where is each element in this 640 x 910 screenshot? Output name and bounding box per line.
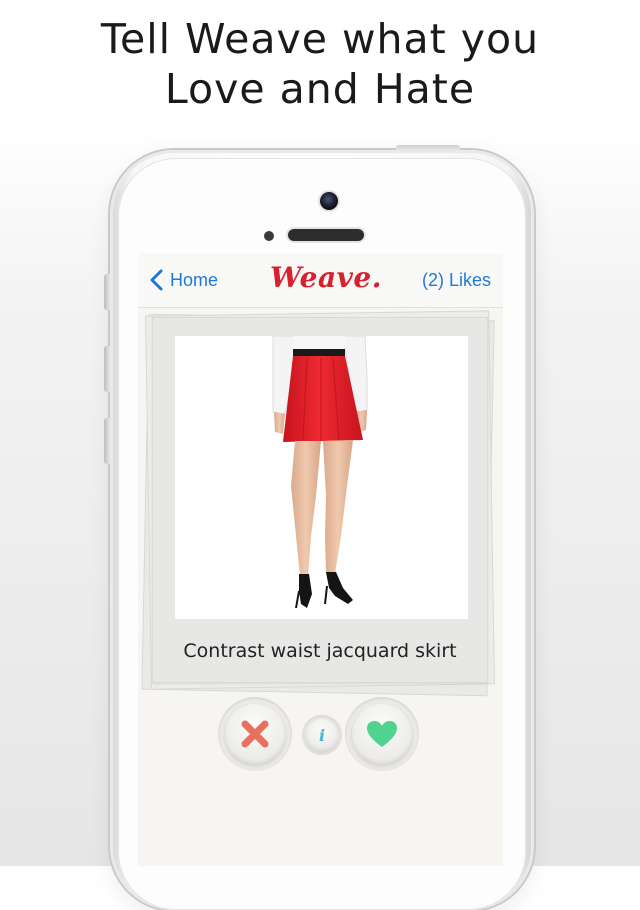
home-back-button[interactable]: Home: [148, 267, 218, 293]
headline: Tell Weave what you Love and Hate: [0, 14, 640, 114]
proximity-sensor: [264, 231, 274, 241]
skirt-model-image: [272, 336, 368, 609]
product-card[interactable]: Contrast waist jacquard skirt: [152, 317, 488, 683]
chevron-left-icon: [150, 269, 163, 291]
volume-down-button: [104, 418, 110, 464]
app-screen: Home Weave. (2) Likes Contrast waist jac…: [138, 253, 503, 866]
info-button[interactable]: i: [306, 719, 338, 751]
headline-line-2: Love and Hate: [164, 65, 476, 113]
likes-button[interactable]: (2) Likes: [422, 270, 491, 291]
heart-icon: [367, 721, 397, 747]
power-button: [396, 145, 460, 151]
product-photo: [175, 336, 468, 619]
dislike-button[interactable]: [225, 704, 285, 764]
volume-up-button: [104, 346, 110, 392]
front-camera: [320, 192, 338, 210]
info-icon: i: [318, 725, 326, 745]
headline-line-1: Tell Weave what you: [100, 15, 540, 63]
navigation-bar: Home Weave. (2) Likes: [138, 253, 503, 308]
mute-switch: [104, 274, 110, 310]
earpiece-speaker: [288, 229, 364, 241]
back-label: Home: [170, 269, 219, 290]
product-caption: Contrast waist jacquard skirt: [183, 640, 457, 662]
x-icon: [241, 720, 269, 748]
like-button[interactable]: [352, 704, 412, 764]
weave-logo: Weave.: [270, 261, 382, 294]
